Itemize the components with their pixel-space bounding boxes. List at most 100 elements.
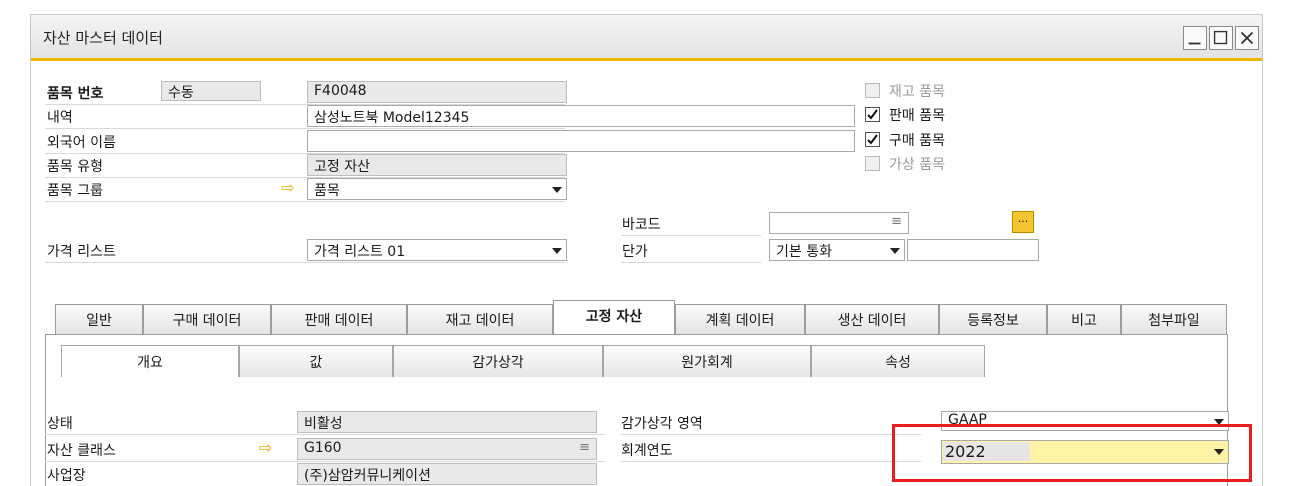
purchase-item-checkbox[interactable] xyxy=(865,132,880,147)
asset-class-link-arrow-icon[interactable]: ⇨ xyxy=(259,438,272,457)
list-chooser-icon[interactable]: ≡ xyxy=(891,214,902,229)
dropdown-arrow-icon xyxy=(890,248,900,254)
item-type-value: 고정 자산 xyxy=(314,159,370,175)
description-label: 내역 xyxy=(47,110,73,126)
row-divider xyxy=(621,461,921,462)
subtab-label: 감가상각 xyxy=(472,355,524,371)
fiscal-year-label: 회계연도 xyxy=(621,443,673,459)
depreciation-area-value: GAAP xyxy=(948,412,987,428)
item-group-label: 품목 그룹 xyxy=(47,183,103,199)
dropdown-arrow-icon xyxy=(1214,419,1224,425)
subtab-values[interactable]: 값 xyxy=(239,345,393,377)
subtab-label: 개요 xyxy=(137,355,163,371)
status-field[interactable]: 비활성 xyxy=(297,411,597,433)
tab-label: 등록정보 xyxy=(967,313,1019,329)
sales-item-label: 판매 품목 xyxy=(889,108,945,124)
tab-label: 비고 xyxy=(1071,313,1097,329)
location-field[interactable]: (주)삼암커뮤니케이션 xyxy=(297,463,597,485)
item-no-label: 품목 번호 xyxy=(47,86,104,102)
phantom-item-checkbox[interactable] xyxy=(865,156,880,171)
subtab-properties[interactable]: 속성 xyxy=(811,345,985,377)
tab-planning[interactable]: 계획 데이터 xyxy=(675,304,805,334)
barcode-field[interactable]: ≡ xyxy=(769,212,909,234)
subtab-label: 값 xyxy=(309,355,323,371)
inventory-item-checkbox[interactable] xyxy=(865,83,880,98)
item-no-field[interactable]: F40048 xyxy=(307,81,567,103)
close-icon xyxy=(1240,31,1254,45)
fiscal-year-select[interactable]: 2022 xyxy=(941,440,1229,464)
row-divider xyxy=(45,201,565,202)
description-field[interactable]: 삼성노트북 Model12345 xyxy=(307,105,855,127)
inventory-item-label: 재고 품목 xyxy=(889,84,945,100)
window-title: 자산 마스터 데이터 xyxy=(43,29,163,47)
tab-label: 첨부파일 xyxy=(1148,313,1200,329)
tab-production[interactable]: 생산 데이터 xyxy=(805,304,939,334)
subtab-cost-accounting[interactable]: 원가회계 xyxy=(603,345,811,377)
tab-purchasing[interactable]: 구매 데이터 xyxy=(143,304,271,334)
asset-class-value: G160 xyxy=(304,440,342,456)
tab-inventory[interactable]: 재고 데이터 xyxy=(407,304,553,334)
sales-item-checkbox[interactable] xyxy=(865,107,880,122)
fiscal-year-value: 2022 xyxy=(943,442,1030,461)
tab-label: 생산 데이터 xyxy=(837,313,907,329)
subtab-overview[interactable]: 개요 xyxy=(61,345,239,377)
tab-label: 재고 데이터 xyxy=(445,313,515,329)
subtab-depreciation[interactable]: 감가상각 xyxy=(393,345,603,377)
status-label: 상태 xyxy=(47,416,73,432)
purchase-item-label: 구매 품목 xyxy=(889,133,945,149)
tab-properties[interactable]: 등록정보 xyxy=(939,304,1047,334)
browse-button-label: ... xyxy=(1017,212,1029,225)
item-no-series-select[interactable]: 수동 xyxy=(161,81,261,101)
phantom-item-label: 가상 품목 xyxy=(889,157,945,173)
foreign-name-label: 외국어 이름 xyxy=(47,135,116,151)
tab-fixed-assets[interactable]: 고정 자산 xyxy=(553,300,675,335)
tab-label: 계획 데이터 xyxy=(705,313,775,329)
subtab-label: 원가회계 xyxy=(681,355,733,371)
price-list-select[interactable]: 가격 리스트 01 xyxy=(307,239,567,261)
checkmark-icon xyxy=(867,134,878,145)
dropdown-arrow-icon xyxy=(552,248,562,254)
depreciation-area-select[interactable]: GAAP xyxy=(941,411,1229,431)
row-divider xyxy=(621,434,921,435)
tab-remarks[interactable]: 비고 xyxy=(1047,304,1121,334)
subtab-label: 속성 xyxy=(885,355,911,371)
depreciation-area-label: 감가상각 영역 xyxy=(621,416,703,432)
dropdown-arrow-icon xyxy=(1214,449,1224,455)
row-divider xyxy=(45,434,605,435)
item-group-select[interactable]: 품목 xyxy=(307,178,567,200)
browse-button[interactable]: ... xyxy=(1012,211,1034,233)
item-group-value: 품목 xyxy=(314,183,340,199)
minimize-icon xyxy=(1188,42,1201,45)
unit-price-field[interactable] xyxy=(907,239,1039,261)
close-button[interactable] xyxy=(1235,26,1259,50)
description-value: 삼성노트북 Model12345 xyxy=(314,110,470,126)
price-list-label: 가격 리스트 xyxy=(47,244,116,260)
status-value: 비활성 xyxy=(304,416,343,432)
row-divider xyxy=(45,262,565,263)
dropdown-arrow-icon xyxy=(552,187,562,193)
minimize-button[interactable] xyxy=(1183,26,1207,50)
barcode-label: 바코드 xyxy=(622,217,661,233)
currency-value: 기본 통화 xyxy=(776,244,832,260)
price-list-value: 가격 리스트 01 xyxy=(314,244,406,260)
item-type-field[interactable]: 고정 자산 xyxy=(307,154,567,176)
currency-select[interactable]: 기본 통화 xyxy=(769,239,905,261)
window-titlebar[interactable]: 자산 마스터 데이터 xyxy=(31,15,1262,61)
maximize-icon xyxy=(1213,30,1228,45)
tab-sales[interactable]: 판매 데이터 xyxy=(271,304,407,334)
tab-label: 구매 데이터 xyxy=(172,313,242,329)
unit-price-label: 단가 xyxy=(622,244,648,260)
tab-label: 일반 xyxy=(86,313,112,329)
item-group-link-arrow-icon[interactable]: ⇨ xyxy=(281,178,294,197)
location-label: 사업장 xyxy=(47,468,86,484)
maximize-button[interactable] xyxy=(1209,26,1233,50)
item-no-value: F40048 xyxy=(314,83,367,99)
row-divider xyxy=(621,262,761,263)
foreign-name-field[interactable] xyxy=(307,130,855,152)
row-divider xyxy=(45,461,605,462)
asset-class-field[interactable]: G160 ≡ xyxy=(297,438,597,460)
checkmark-icon xyxy=(867,109,878,120)
tab-attachments[interactable]: 첨부파일 xyxy=(1121,304,1227,334)
list-chooser-icon[interactable]: ≡ xyxy=(579,440,590,455)
tab-general[interactable]: 일반 xyxy=(55,304,143,334)
